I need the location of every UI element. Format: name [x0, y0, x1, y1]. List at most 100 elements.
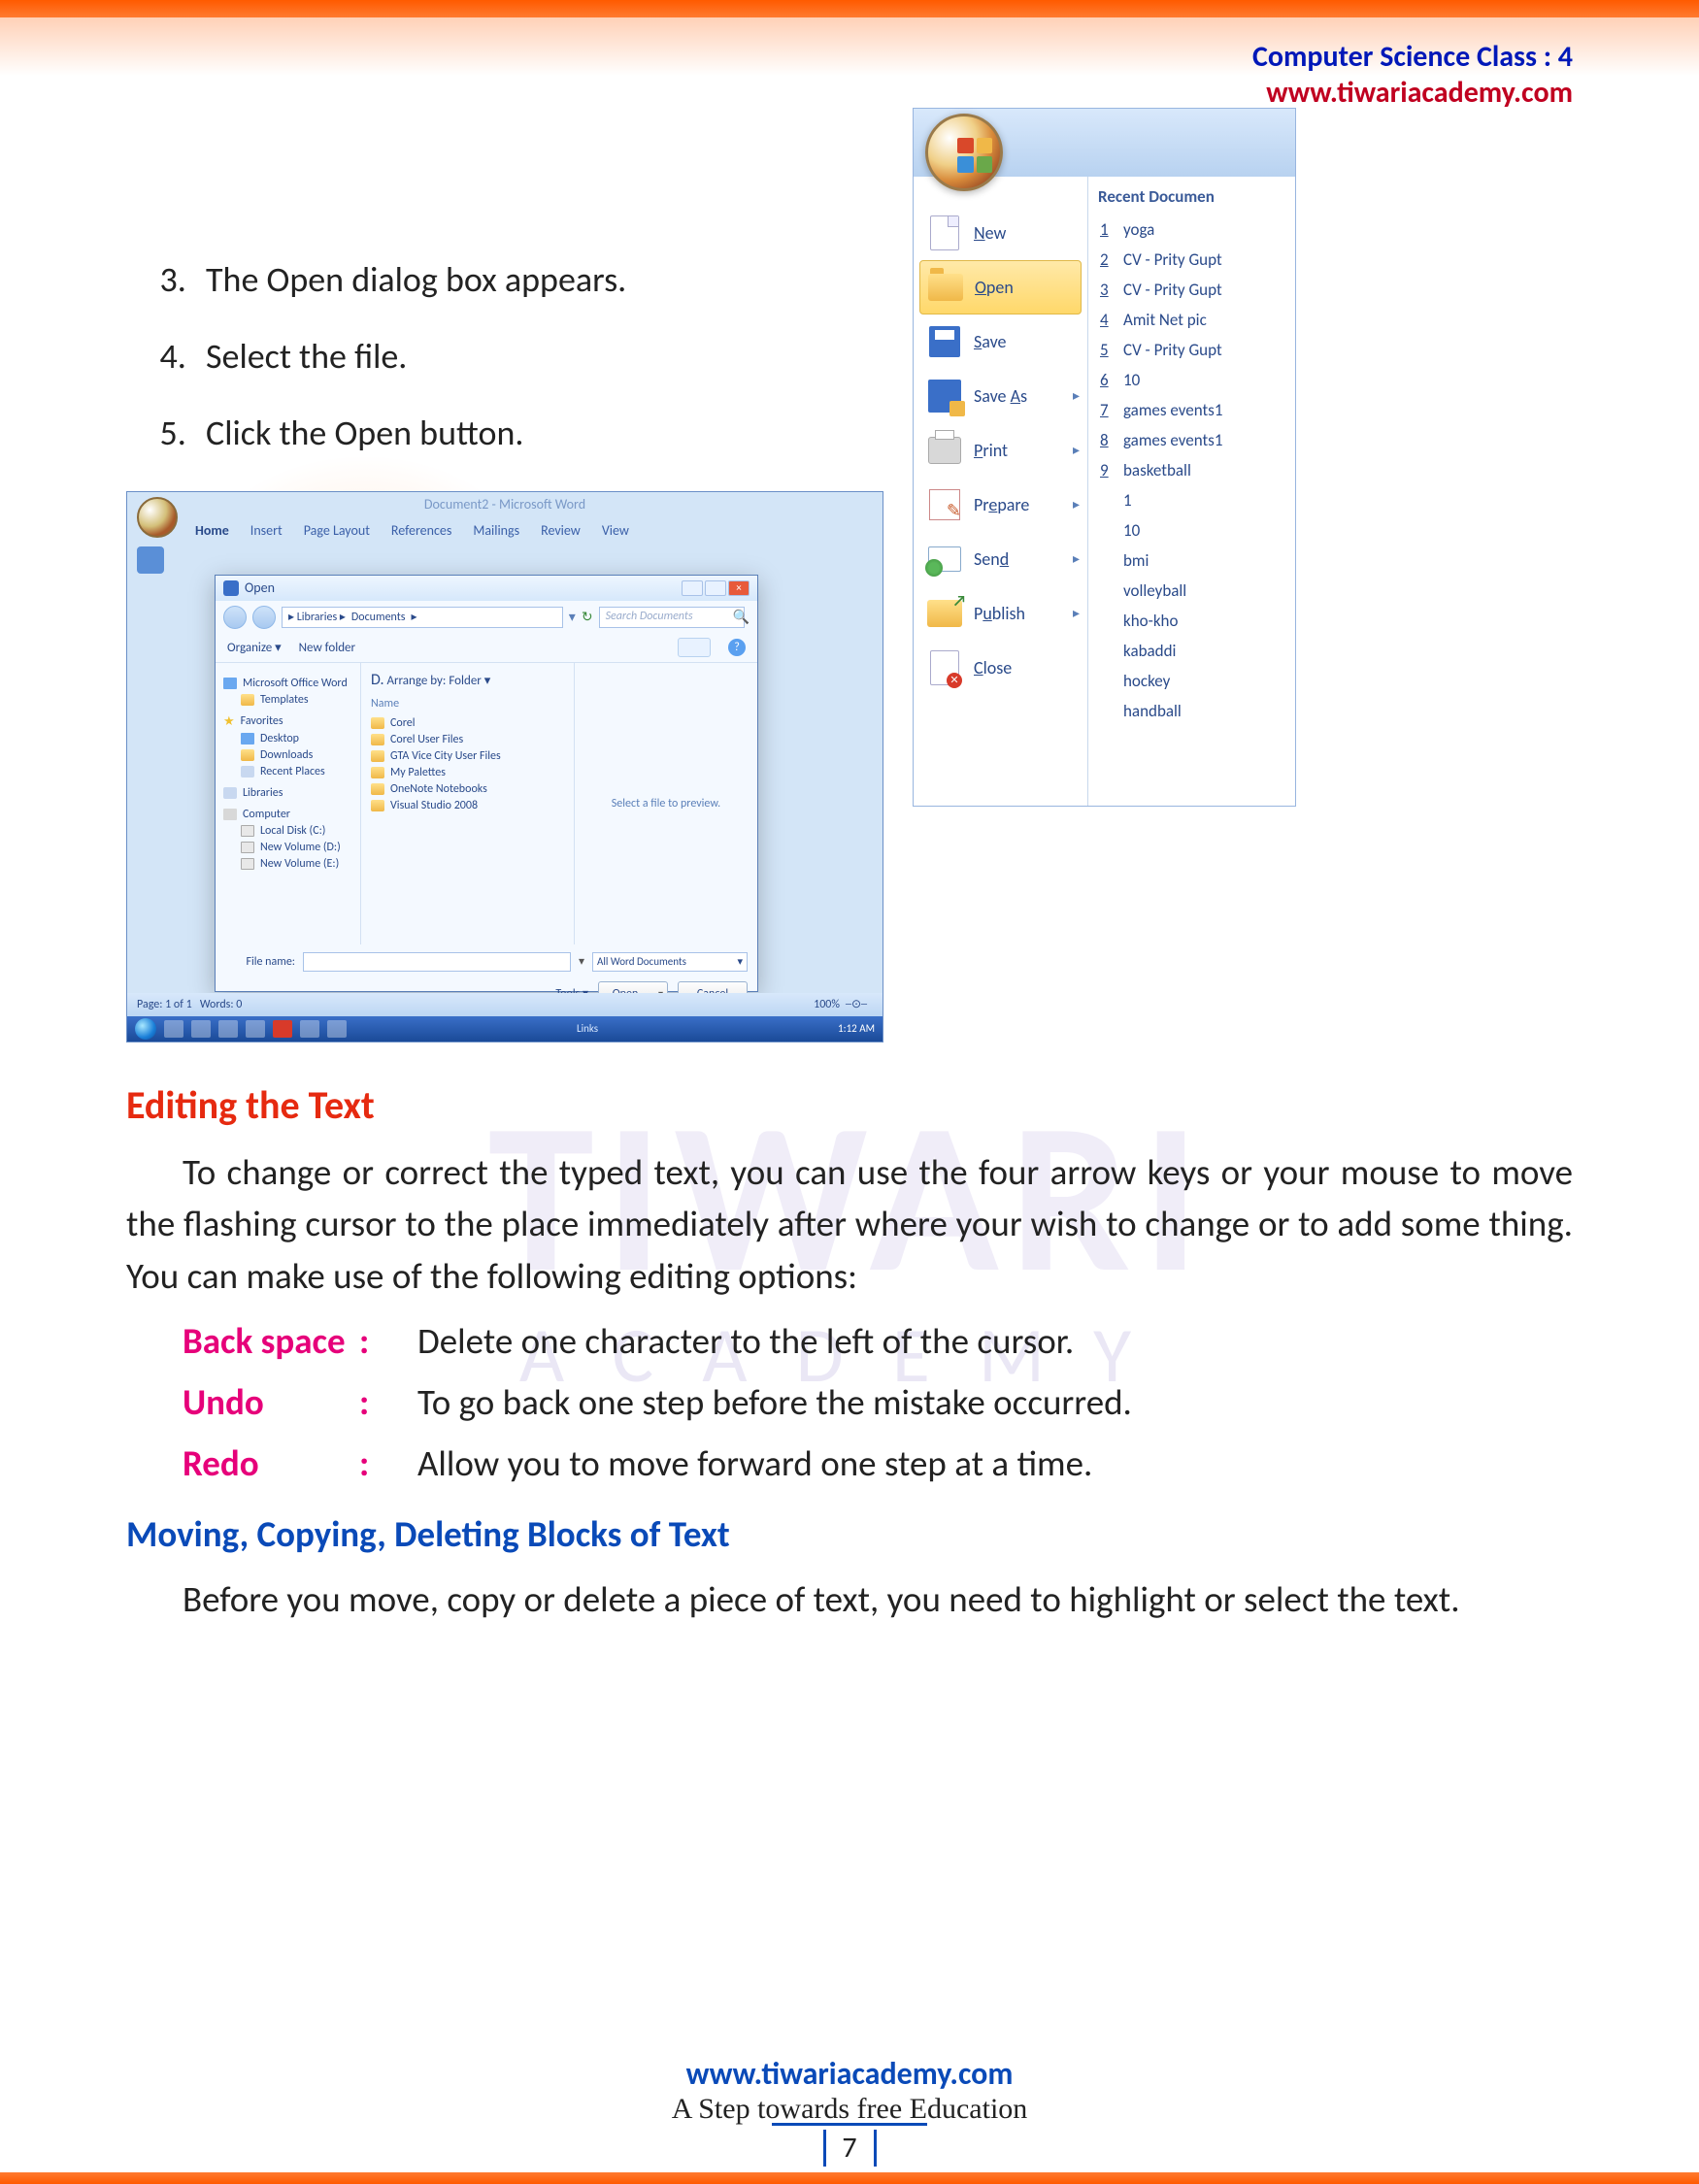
new-icon: [930, 215, 959, 250]
recent-doc-item[interactable]: 8games events1: [1098, 425, 1285, 455]
word-screenshot: Document2 - Microsoft Word Home Insert P…: [126, 491, 883, 1042]
prepare-icon: [929, 489, 960, 520]
recent-doc-item[interactable]: 610: [1098, 365, 1285, 395]
recent-doc-item[interactable]: 2CV - Prity Gupt: [1098, 245, 1285, 275]
path-seg-2[interactable]: Documents: [351, 611, 406, 624]
dialog-titlebar: Open ×: [216, 576, 757, 601]
deskbar-links[interactable]: Links: [577, 1022, 598, 1035]
tab-review[interactable]: Review: [541, 522, 581, 539]
menu-item-print[interactable]: Print▸: [914, 423, 1087, 478]
recent-doc-item[interactable]: handball: [1098, 696, 1285, 726]
folder-item[interactable]: My Palettes: [371, 766, 564, 779]
folder-item[interactable]: GTA Vice City User Files: [371, 749, 564, 763]
page-header: Computer Science Class : 4 www.tiwariaca…: [1252, 39, 1573, 111]
drive-icon: [241, 858, 254, 870]
recent-doc-item[interactable]: 5CV - Prity Gupt: [1098, 335, 1285, 365]
taskbar-app-icon[interactable]: [246, 1020, 265, 1038]
star-icon: ★: [223, 714, 235, 729]
office-button-icon[interactable]: [925, 114, 1003, 191]
recent-doc-item[interactable]: 7games events1: [1098, 395, 1285, 425]
menu-item-open[interactable]: Open: [919, 260, 1082, 314]
menu-item-save[interactable]: Save: [914, 314, 1087, 369]
address-bar[interactable]: ▸ Libraries ▸ Documents ▸: [282, 607, 563, 628]
recent-doc-item[interactable]: 9basketball: [1098, 455, 1285, 485]
office-button-icon[interactable]: [137, 497, 178, 538]
tab-mailings[interactable]: Mailings: [473, 522, 519, 539]
print-icon: [928, 437, 961, 464]
page-count: Page: 1 of 1: [137, 998, 192, 1011]
recent-doc-item[interactable]: 4Amit Net pic: [1098, 305, 1285, 335]
folder-icon: [371, 783, 384, 795]
tab-view[interactable]: View: [602, 522, 629, 539]
computer-icon: [223, 809, 237, 820]
taskbar-app-icon[interactable]: [273, 1020, 292, 1038]
folder-icon: [371, 800, 384, 811]
saveas-icon: [928, 380, 961, 413]
taskbar-app-icon[interactable]: [218, 1020, 238, 1038]
chevron-right-icon: ▸: [1073, 442, 1080, 458]
nav-pane[interactable]: Microsoft Office Word Templates ★Favorit…: [216, 663, 361, 944]
word-count: Words: 0: [200, 998, 243, 1011]
tab-page-layout[interactable]: Page Layout: [304, 522, 370, 539]
help-icon[interactable]: ?: [728, 639, 746, 656]
edit-option-row: Redo:Allow you to move forward one step …: [126, 1441, 1573, 1485]
ribbon-tabs[interactable]: Home Insert Page Layout References Maili…: [127, 516, 883, 545]
menu-item-close[interactable]: Close: [914, 641, 1087, 695]
new-folder-button[interactable]: New folder: [299, 641, 355, 655]
back-button[interactable]: [223, 606, 247, 629]
clock: 1:12 AM: [838, 1022, 875, 1035]
word-window-title: Document2 - Microsoft Word: [127, 492, 883, 516]
close-button[interactable]: ×: [728, 580, 750, 596]
drive-icon: [241, 825, 254, 837]
menu-item-publish[interactable]: Publish▸: [914, 586, 1087, 641]
tab-home[interactable]: Home: [195, 522, 229, 539]
menu-item-new[interactable]: New: [914, 206, 1087, 260]
folder-item[interactable]: OneNote Notebooks: [371, 782, 564, 796]
view-options-button[interactable]: [678, 638, 711, 657]
recent-doc-item[interactable]: bmi: [1098, 546, 1285, 576]
taskbar-app-icon[interactable]: [164, 1020, 183, 1038]
menu-item-prepare[interactable]: Prepare▸: [914, 478, 1087, 532]
tab-references[interactable]: References: [391, 522, 451, 539]
folder-item[interactable]: Corel User Files: [371, 733, 564, 746]
forward-button[interactable]: [252, 606, 276, 629]
menu-item-send[interactable]: Send▸: [914, 532, 1087, 586]
taskbar-app-icon[interactable]: [191, 1020, 211, 1038]
para-editing: To change or correct the typed text, you…: [126, 1146, 1573, 1303]
recent-doc-item[interactable]: 1: [1098, 485, 1285, 515]
start-button-icon[interactable]: [135, 1018, 156, 1040]
recent-doc-item[interactable]: 1yoga: [1098, 215, 1285, 245]
recent-doc-item[interactable]: hockey: [1098, 666, 1285, 696]
taskbar[interactable]: Links 1:12 AM: [127, 1016, 883, 1042]
file-list[interactable]: D. Arrange by: Folder ▾ Name CorelCorel …: [361, 663, 575, 944]
recent-doc-item[interactable]: kabaddi: [1098, 636, 1285, 666]
folder-item[interactable]: Visual Studio 2008: [371, 799, 564, 812]
word-icon: [223, 678, 237, 689]
zoom-level[interactable]: 100%: [814, 998, 840, 1011]
filename-input[interactable]: [303, 952, 571, 972]
recent-doc-item[interactable]: 10: [1098, 515, 1285, 546]
folder-icon: [371, 767, 384, 778]
search-input[interactable]: Search Documents: [599, 607, 745, 628]
office-menu-items[interactable]: NewOpenSaveSave As▸Print▸Prepare▸Send▸Pu…: [914, 177, 1088, 806]
close-icon: [930, 650, 959, 685]
word-logo-icon: [223, 580, 239, 596]
heading-editing: Editing the Text: [126, 1081, 1573, 1129]
recent-doc-item[interactable]: 3CV - Prity Gupt: [1098, 275, 1285, 305]
open-icon: [928, 274, 963, 301]
max-button[interactable]: [705, 580, 726, 596]
tab-insert[interactable]: Insert: [250, 522, 283, 539]
menu-item-saveas[interactable]: Save As▸: [914, 369, 1087, 423]
recent-docs-head: Recent Documen: [1098, 186, 1285, 207]
folder-item[interactable]: Corel: [371, 716, 564, 730]
recent-doc-item[interactable]: volleyball: [1098, 576, 1285, 606]
path-seg-1[interactable]: ▸ Libraries ▸: [288, 610, 346, 624]
filetype-select[interactable]: All Word Documents▾: [592, 952, 748, 972]
recent-doc-item[interactable]: kho-kho: [1098, 606, 1285, 636]
taskbar-app-icon[interactable]: [327, 1020, 347, 1038]
min-button[interactable]: [682, 580, 703, 596]
organize-menu[interactable]: Organize ▾: [227, 641, 282, 655]
quick-access-icon[interactable]: [137, 546, 164, 574]
chevron-right-icon: ▸: [1073, 550, 1080, 567]
taskbar-app-icon[interactable]: [300, 1020, 319, 1038]
